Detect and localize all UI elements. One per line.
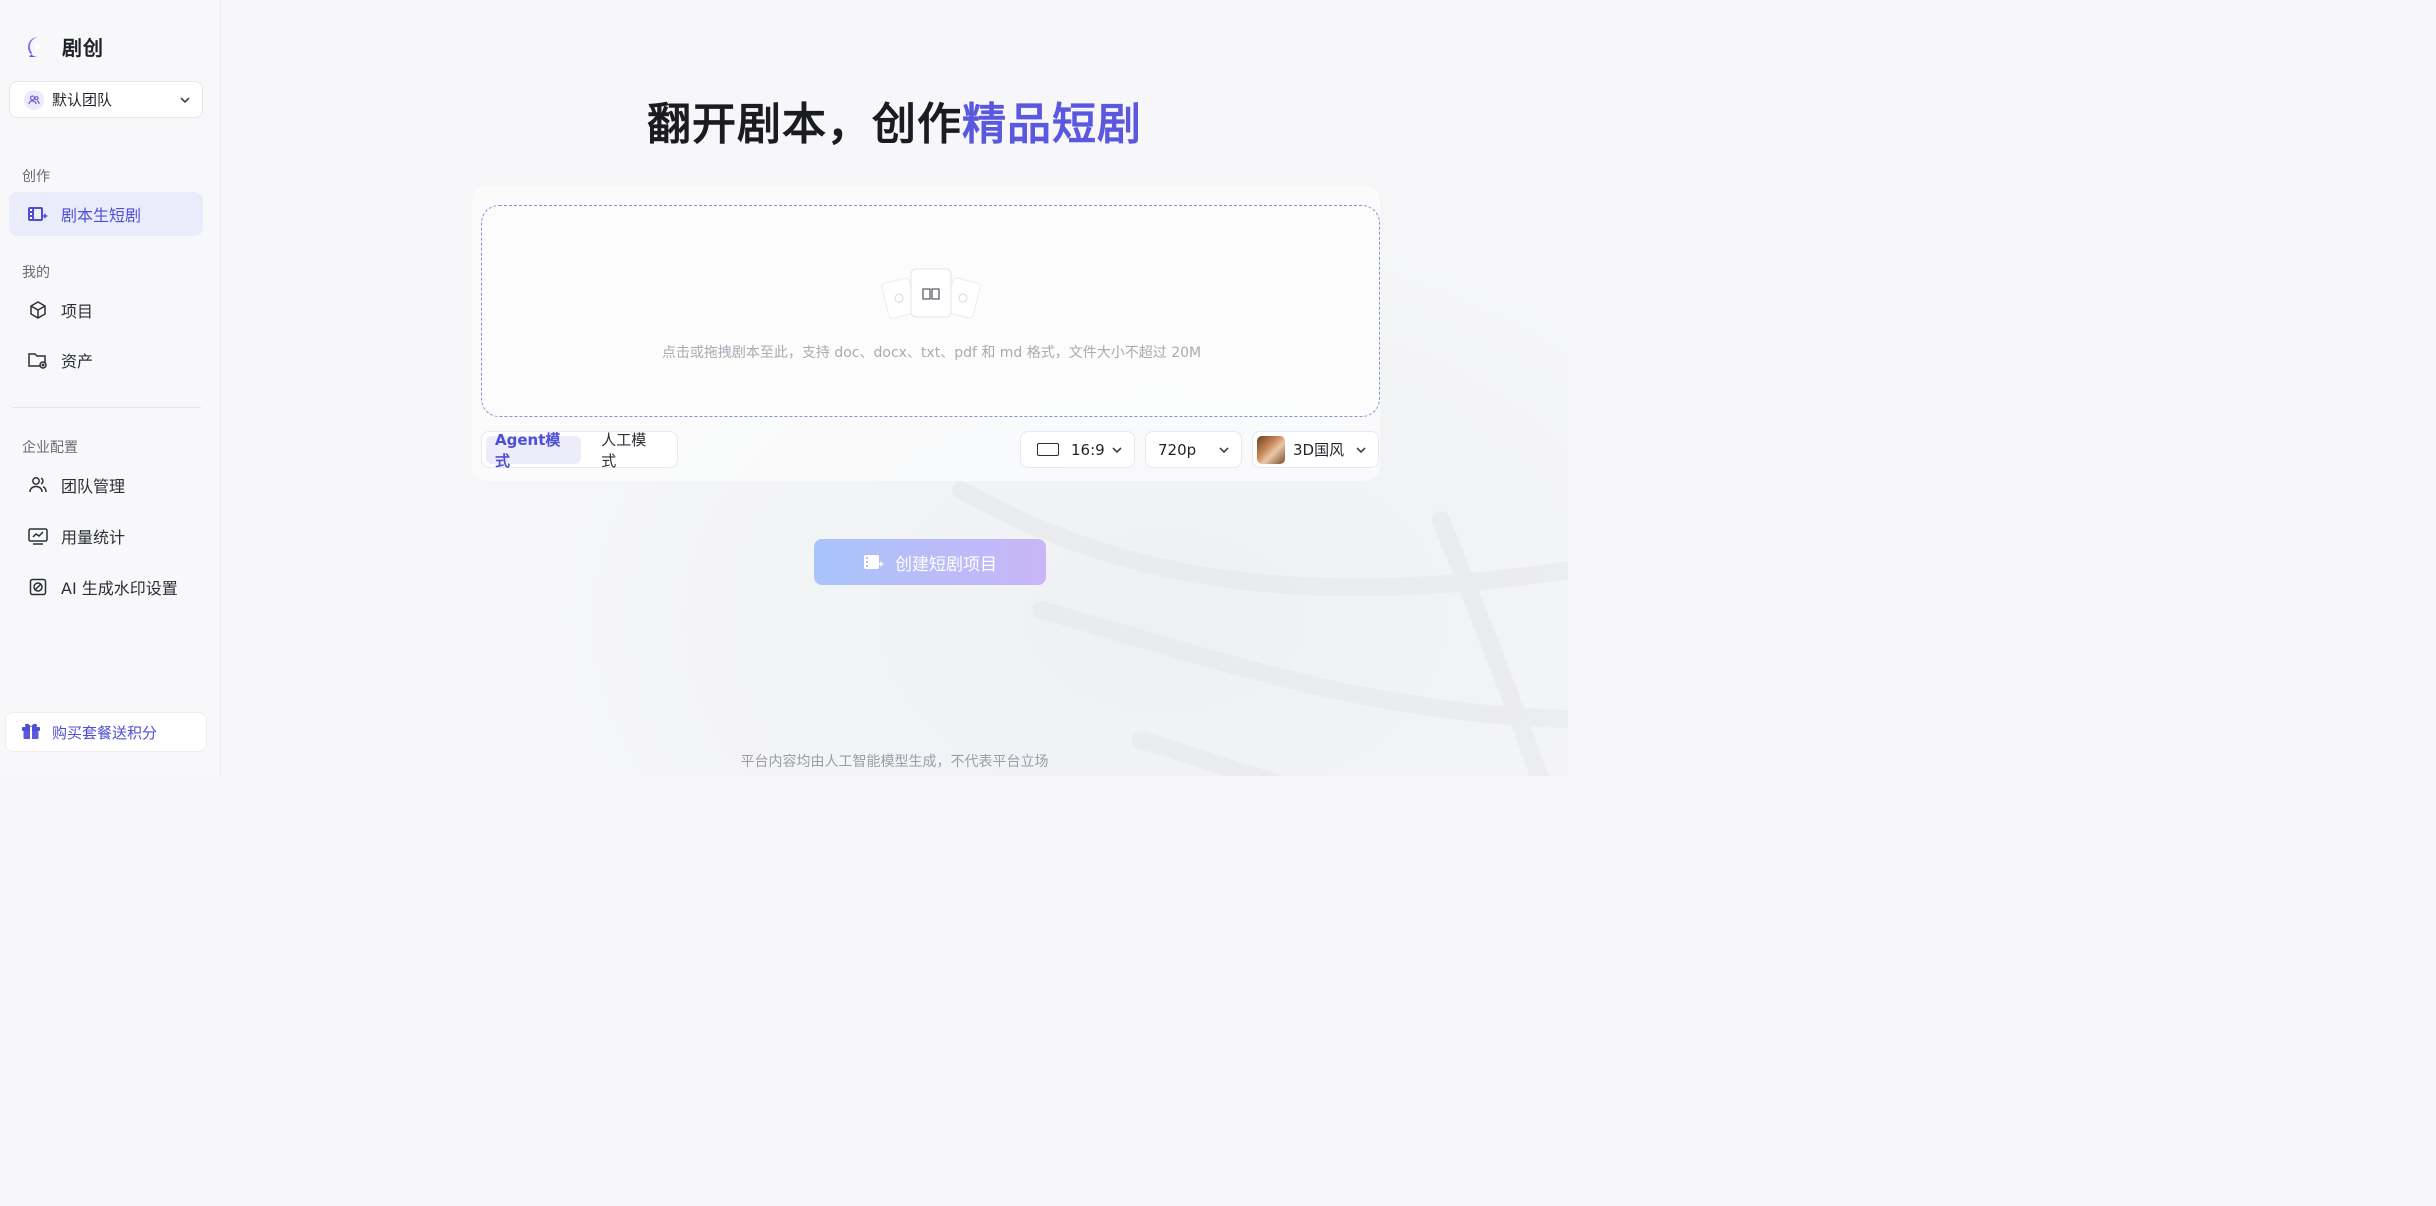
mode-toggle: Agent模式 人工模式 bbox=[481, 431, 678, 470]
cube-icon bbox=[27, 299, 49, 321]
style-value: 3D国风 bbox=[1293, 441, 1345, 459]
style-thumbnail bbox=[1257, 435, 1285, 464]
film-sparkle-icon bbox=[864, 555, 884, 569]
create-drama-project-button[interactable]: 创建短剧项目 bbox=[814, 539, 1046, 585]
sidebar-item-watermark-settings[interactable]: AI 生成水印设置 bbox=[9, 565, 203, 609]
monitor-chart-icon bbox=[27, 525, 49, 547]
sidebar-item-usage-stats[interactable]: 用量统计 bbox=[9, 514, 203, 558]
buy-plan-promo[interactable]: 购买套餐送积分 bbox=[5, 712, 207, 752]
page-headline: 翻开剧本，创作精品短剧 bbox=[221, 88, 1568, 152]
upload-hint: 点击或拖拽剧本至此，支持 doc、docx、txt、pdf 和 md 格式，文件… bbox=[661, 345, 1202, 361]
brand-logo-icon bbox=[28, 36, 42, 57]
headline-accent: 精品短剧 bbox=[962, 99, 1142, 150]
watermark-icon bbox=[27, 576, 49, 598]
aspect-ratio-icon bbox=[1037, 443, 1059, 456]
sidebar-divider bbox=[13, 407, 201, 408]
sidebar-item-team-management[interactable]: 团队管理 bbox=[9, 463, 203, 507]
team-selector[interactable]: 默认团队 bbox=[9, 81, 203, 118]
section-label-mine: 我的 bbox=[22, 265, 50, 281]
script-upload-dropzone[interactable]: 点击或拖拽剧本至此，支持 doc、docx、txt、pdf 和 md 格式，文件… bbox=[481, 205, 1380, 417]
gift-icon bbox=[20, 719, 42, 745]
brand[interactable]: 剧创 bbox=[26, 32, 104, 61]
footer-disclaimer: 平台内容均由人工智能模型生成，不代表平台立场 bbox=[740, 754, 1049, 770]
team-name: 默认团队 bbox=[52, 91, 113, 109]
aspect-ratio-value: 16:9 bbox=[1071, 440, 1105, 459]
sidebar-item-label: 团队管理 bbox=[61, 477, 126, 496]
users-icon bbox=[27, 474, 49, 496]
main-content: 翻开剧本，创作精品短剧 点击或拖拽剧本至此，支持 doc、docx、txt、pd… bbox=[221, 0, 1568, 776]
section-label-create: 创作 bbox=[22, 169, 50, 185]
chevron-down-icon bbox=[1219, 446, 1229, 453]
sidebar-item-label: AI 生成水印设置 bbox=[61, 579, 178, 598]
sidebar-item-label: 项目 bbox=[61, 302, 94, 321]
mode-manual-button[interactable]: 人工模式 bbox=[587, 431, 673, 470]
aspect-ratio-select[interactable]: 16:9 bbox=[1020, 431, 1135, 468]
sidebar-item-label: 用量统计 bbox=[61, 528, 126, 547]
chevron-down-icon bbox=[1356, 446, 1366, 453]
sidebar-item-projects[interactable]: 项目 bbox=[9, 288, 203, 332]
create-button-label: 创建短剧项目 bbox=[895, 554, 997, 575]
headline-prefix: 翻开剧本，创作 bbox=[647, 99, 962, 150]
style-select[interactable]: 3D国风 bbox=[1252, 431, 1379, 468]
team-icon bbox=[24, 89, 44, 110]
sidebar: 剧创 默认团队 创作 剧本生短剧 我的 项目 资产 企业配置 团队管理 用量统计… bbox=[0, 0, 221, 776]
folder-plus-icon bbox=[27, 349, 49, 371]
chevron-down-icon bbox=[180, 96, 190, 103]
sidebar-item-assets[interactable]: 资产 bbox=[9, 338, 203, 382]
promo-label: 购买套餐送积分 bbox=[52, 723, 158, 742]
sidebar-item-label: 资产 bbox=[61, 352, 94, 371]
film-sparkle-icon bbox=[27, 203, 49, 225]
brand-name: 剧创 bbox=[62, 36, 104, 60]
sidebar-item-script-to-drama[interactable]: 剧本生短剧 bbox=[9, 192, 203, 236]
sidebar-item-label: 剧本生短剧 bbox=[61, 206, 142, 225]
document-stack-icon bbox=[881, 268, 981, 319]
background-decoration bbox=[952, 481, 1568, 776]
section-label-enterprise: 企业配置 bbox=[22, 440, 78, 456]
chevron-down-icon bbox=[1112, 446, 1122, 453]
mode-agent-button[interactable]: Agent模式 bbox=[486, 431, 582, 470]
resolution-select[interactable]: 720p bbox=[1145, 431, 1242, 468]
resolution-value: 720p bbox=[1158, 440, 1197, 459]
